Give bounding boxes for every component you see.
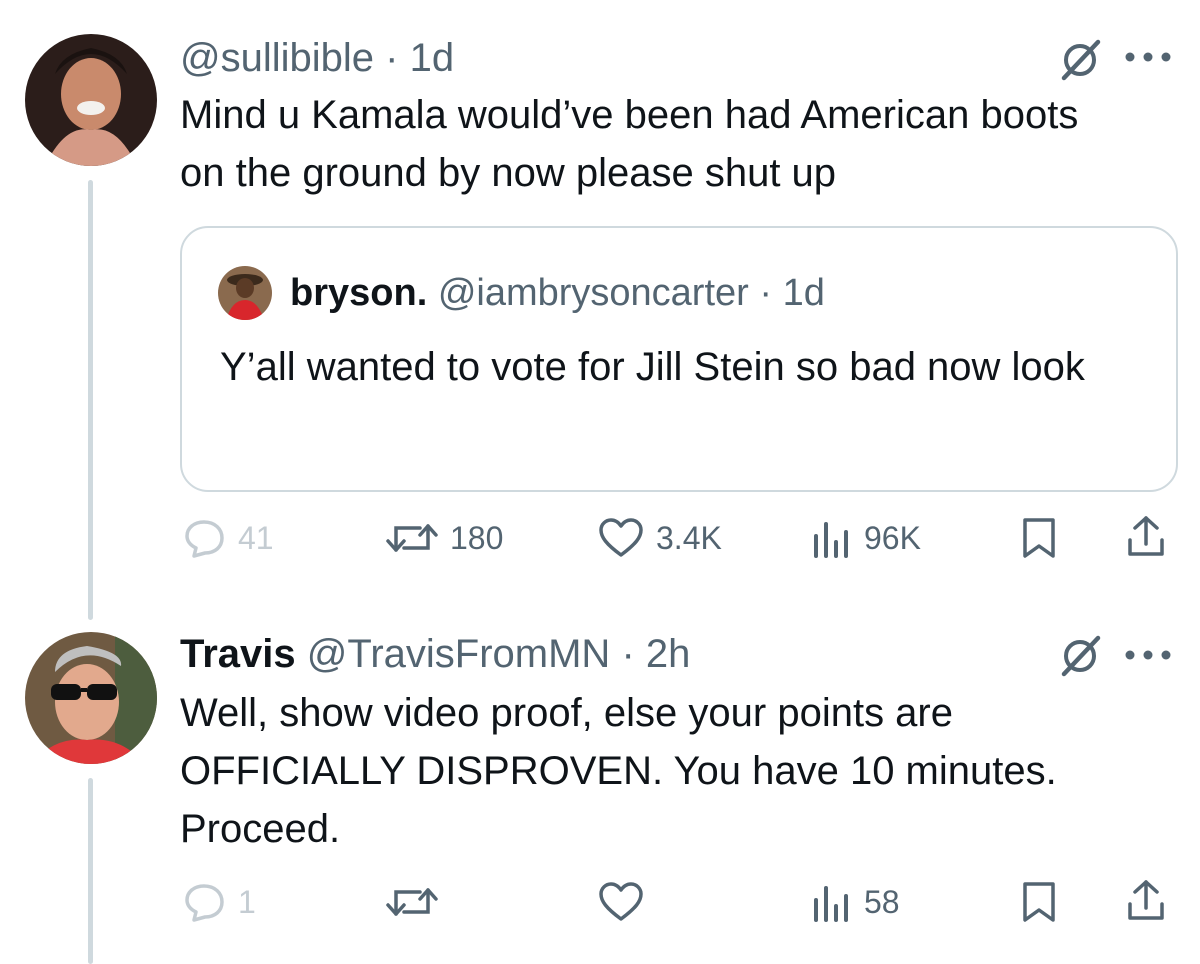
repost-button[interactable] <box>386 880 438 924</box>
repost-button[interactable]: 180 <box>386 516 503 560</box>
separator-dot: · <box>759 272 773 314</box>
tweet-header: @sullibible · 1d <box>180 34 454 82</box>
share-icon <box>1128 516 1164 556</box>
reply-button[interactable]: 41 <box>182 516 274 560</box>
quoted-name[interactable]: bryson. <box>290 272 427 314</box>
reply-button[interactable]: 1 <box>182 880 256 924</box>
quoted-tweet[interactable]: bryson. @iambrysoncarter · 1d Y’all want… <box>180 226 1178 492</box>
reply-count: 1 <box>238 883 256 920</box>
views-button[interactable]: 96K <box>812 516 921 560</box>
views-icon <box>814 522 848 558</box>
avatar-bryson[interactable] <box>218 266 272 320</box>
quoted-handle[interactable]: @iambrysoncarter <box>438 272 749 314</box>
tweet-header: Travis @TravisFromMN · 2h <box>180 630 690 678</box>
thread-line <box>88 778 93 964</box>
more-icon[interactable] <box>1124 640 1172 661</box>
reply-count: 41 <box>238 519 274 556</box>
views-count: 96K <box>864 519 921 556</box>
tweet-text: Well, show video proof, else your points… <box>180 691 1057 851</box>
repost-count: 180 <box>450 519 504 556</box>
tweet-text: Mind u Kamala would’ve been had American… <box>180 93 1079 195</box>
user-name[interactable]: Travis <box>180 632 296 676</box>
repost-icon <box>386 888 438 916</box>
quoted-text: Y’all wanted to vote for Jill Stein so b… <box>220 345 1085 389</box>
grok-icon[interactable] <box>1058 36 1104 82</box>
bookmark-icon <box>1023 518 1055 558</box>
like-button[interactable]: 3.4K <box>598 516 722 560</box>
share-button[interactable] <box>1126 514 1166 560</box>
user-handle[interactable]: @TravisFromMN <box>307 632 611 676</box>
user-handle[interactable]: @sullibible <box>180 36 374 80</box>
reply-icon <box>185 520 224 558</box>
avatar-sullibible[interactable] <box>25 34 157 166</box>
like-icon <box>599 882 643 921</box>
views-count: 58 <box>864 883 900 920</box>
quoted-header: bryson. @iambrysoncarter · 1d <box>290 270 825 316</box>
separator-dot: · <box>621 632 635 676</box>
quoted-timestamp[interactable]: 1d <box>783 272 825 314</box>
like-icon <box>599 518 643 557</box>
bookmark-button[interactable] <box>1020 880 1058 924</box>
reply-icon <box>185 884 224 922</box>
share-icon <box>1128 880 1164 920</box>
like-button[interactable] <box>598 880 644 924</box>
share-button[interactable] <box>1126 878 1166 924</box>
bookmark-button[interactable] <box>1020 516 1058 560</box>
separator-dot: · <box>385 36 399 80</box>
like-count: 3.4K <box>656 519 722 556</box>
bookmark-icon <box>1023 882 1055 922</box>
views-icon <box>814 886 848 922</box>
avatar-travis[interactable] <box>25 632 157 764</box>
timestamp[interactable]: 2h <box>646 632 691 676</box>
repost-icon <box>386 524 438 552</box>
grok-icon[interactable] <box>1058 632 1104 678</box>
more-icon[interactable] <box>1124 42 1172 63</box>
timestamp[interactable]: 1d <box>410 36 455 80</box>
thread-line <box>88 180 93 620</box>
views-button[interactable]: 58 <box>812 880 900 924</box>
